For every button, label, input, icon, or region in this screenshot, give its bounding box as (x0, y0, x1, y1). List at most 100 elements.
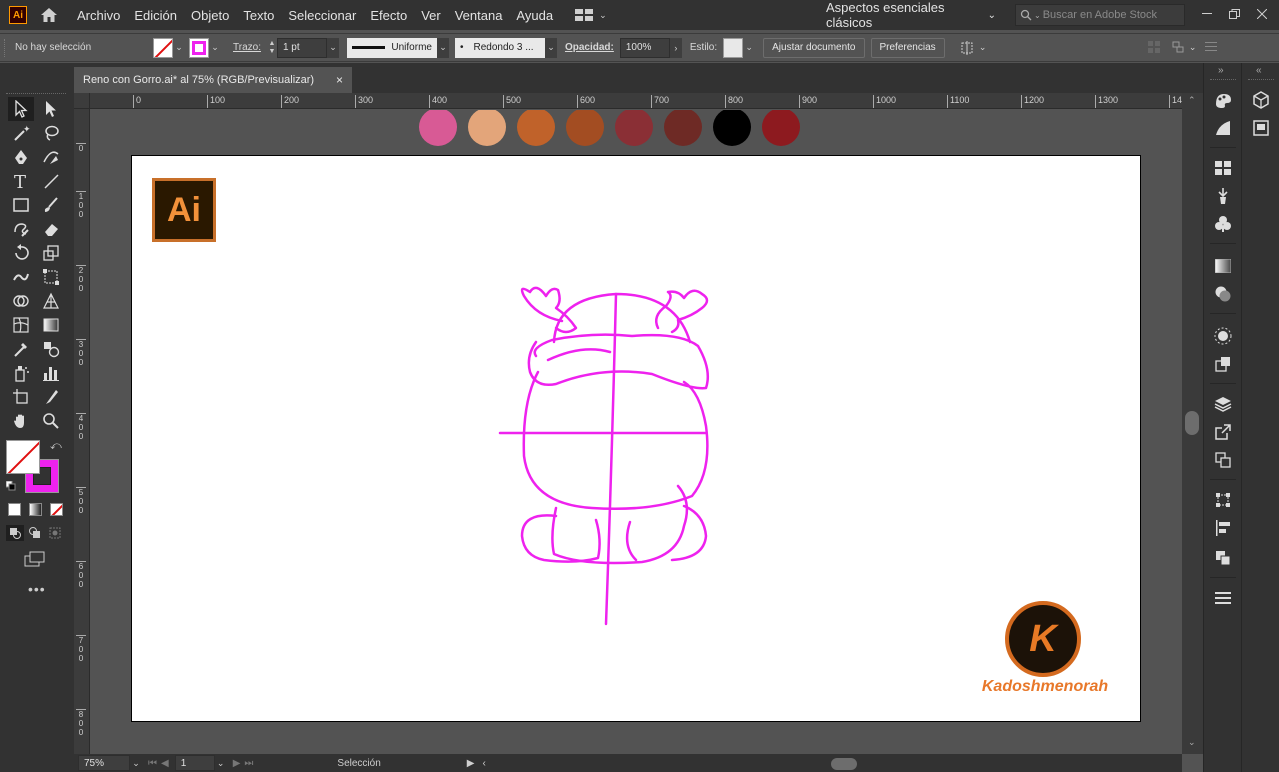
stroke-weight-stepper[interactable]: ▲ ▼ (267, 38, 277, 58)
free-transform-tool-icon[interactable] (38, 265, 64, 289)
palette-swatch[interactable] (762, 110, 800, 146)
menu-ayuda[interactable]: Ayuda (516, 8, 553, 23)
palette-swatch[interactable] (664, 110, 702, 146)
chevron-down-icon[interactable]: ⌄ (436, 37, 449, 58)
panel-menu-icon[interactable] (1204, 41, 1219, 55)
brushes-panel-icon[interactable] (1211, 185, 1235, 207)
layers-panel-icon[interactable] (1211, 393, 1235, 415)
menu-ventana[interactable]: Ventana (455, 8, 503, 23)
properties-panel-icon[interactable] (1249, 117, 1273, 139)
chevron-down-icon[interactable]: ⌄ (977, 38, 989, 58)
arrange-documents-button[interactable]: ⌄ (575, 9, 607, 21)
menu-ver[interactable]: Ver (421, 8, 441, 23)
dock-grip[interactable] (1248, 79, 1274, 80)
swatches-panel-icon[interactable] (1211, 157, 1235, 179)
line-tool-icon[interactable] (38, 169, 64, 193)
chevron-down-icon[interactable]: ⌄ (743, 38, 755, 58)
mesh-tool-icon[interactable] (8, 313, 34, 337)
chevron-down-icon[interactable]: ⌄ (544, 37, 557, 58)
palette-swatch[interactable] (517, 110, 555, 146)
symbols-panel-icon[interactable] (1211, 213, 1235, 235)
close-window-button[interactable] (1251, 4, 1273, 24)
appearance-panel-icon[interactable] (1211, 325, 1235, 347)
stroke-color-swatch[interactable] (189, 37, 209, 58)
collapse-panels-icon[interactable]: » (1218, 65, 1224, 76)
curvature-tool-icon[interactable] (38, 145, 64, 169)
grip-handle[interactable] (4, 38, 10, 57)
column-graph-tool-icon[interactable] (38, 361, 64, 385)
stroke-weight-field[interactable]: 1 pt (276, 37, 327, 58)
transform-icon[interactable] (1147, 40, 1163, 56)
first-prev-artboard-icon[interactable]: ⏮◀ (148, 758, 173, 769)
minimize-button[interactable] (1196, 4, 1218, 24)
pen-tool-icon[interactable] (8, 145, 34, 169)
menu-archivo[interactable]: Archivo (77, 8, 120, 23)
magic-wand-tool-icon[interactable]: ✦ (8, 121, 34, 145)
palette-swatch[interactable] (713, 110, 751, 146)
palette-swatch[interactable] (566, 110, 604, 146)
horizontal-ruler[interactable]: 0 100 200 300 400 500 600 700 800 900 10… (90, 93, 1182, 109)
color-mode-icon[interactable] (8, 503, 21, 516)
selection-tool-icon[interactable] (8, 97, 34, 121)
libraries-panel-icon[interactable] (1249, 89, 1273, 111)
draw-behind-icon[interactable] (26, 525, 44, 541)
asset-export-icon[interactable] (1211, 421, 1235, 443)
swap-colors-icon[interactable]: ⤺ (50, 440, 62, 453)
graphic-style-swatch[interactable] (723, 37, 744, 58)
align-icon[interactable] (957, 38, 977, 58)
none-mode-icon[interactable] (50, 503, 63, 516)
align-panel-icon[interactable] (1211, 517, 1235, 539)
fill-color-box[interactable] (6, 440, 40, 474)
artboards-panel-icon[interactable] (1211, 449, 1235, 471)
eraser-tool-icon[interactable] (38, 217, 64, 241)
fill-stroke-widget[interactable]: ⤺ (5, 440, 62, 494)
stroke-label[interactable]: Trazo: (233, 42, 261, 53)
chevron-down-icon[interactable]: ⌄ (326, 37, 339, 58)
default-colors-icon[interactable] (5, 480, 16, 494)
draw-inside-icon[interactable] (46, 525, 64, 541)
color-guide-icon[interactable] (1211, 117, 1235, 139)
dock-grip[interactable] (1210, 79, 1236, 80)
menu-edicion[interactable]: Edición (134, 8, 177, 23)
gradient-tool-icon[interactable] (38, 313, 64, 337)
fit-document-button[interactable]: Ajustar documento (763, 37, 865, 58)
transparency-panel-icon[interactable] (1211, 283, 1235, 305)
vertical-ruler[interactable]: 0 1 0 0 2 0 0 3 0 0 4 0 0 5 0 0 6 0 0 7 … (74, 109, 90, 754)
workspace-switcher[interactable]: Aspectos esenciales clásicos ⌄ (816, 0, 1006, 30)
artboard[interactable]: Ai K Kadoshmenorah (131, 155, 1141, 722)
stock-search-input[interactable]: ⌄ Buscar en Adobe Stock (1015, 4, 1185, 26)
rectangle-tool-icon[interactable] (8, 193, 34, 217)
collapse-panels-icon[interactable]: « (1256, 65, 1262, 76)
zoom-tool-icon[interactable] (38, 409, 64, 433)
arrange-icon[interactable] (1171, 40, 1187, 56)
status-menu-icon[interactable]: ▶ (467, 758, 475, 769)
pathfinder-panel-icon[interactable] (1211, 547, 1235, 569)
reindeer-sketch[interactable] (132, 156, 1142, 723)
document-tab[interactable]: Reno con Gorro.ai* al 75% (RGB/Previsual… (74, 67, 352, 93)
direct-selection-tool-icon[interactable] (38, 97, 64, 121)
ruler-origin[interactable] (74, 93, 90, 109)
chevron-right-icon[interactable]: › (669, 37, 682, 58)
rotate-tool-icon[interactable] (8, 241, 34, 265)
chevron-down-icon[interactable]: ⌄ (209, 38, 221, 58)
menu-texto[interactable]: Texto (243, 8, 274, 23)
graphic-styles-icon[interactable] (1211, 353, 1235, 375)
transform-panel-icon[interactable] (1211, 489, 1235, 511)
chevron-down-icon[interactable]: ⌄ (130, 755, 142, 771)
scale-tool-icon[interactable] (38, 241, 64, 265)
artboard-tool-icon[interactable] (8, 385, 34, 409)
toolbar-grip[interactable] (6, 93, 66, 95)
shaper-tool-icon[interactable] (8, 217, 34, 241)
horizontal-scroll-thumb[interactable] (831, 758, 857, 770)
close-tab-button[interactable]: × (336, 73, 343, 87)
palette-swatch[interactable] (468, 110, 506, 146)
chevron-down-icon[interactable]: ⌄ (215, 755, 227, 771)
hand-tool-icon[interactable] (8, 409, 34, 433)
gradient-mode-icon[interactable] (29, 503, 42, 516)
blend-tool-icon[interactable] (38, 337, 64, 361)
home-icon[interactable] (39, 6, 59, 24)
stroke-profile-select[interactable]: Uniforme (346, 37, 437, 58)
gradient-panel-icon[interactable] (1211, 255, 1235, 277)
warp-tool-icon[interactable] (8, 265, 34, 289)
zoom-field[interactable]: 75% (78, 755, 130, 771)
